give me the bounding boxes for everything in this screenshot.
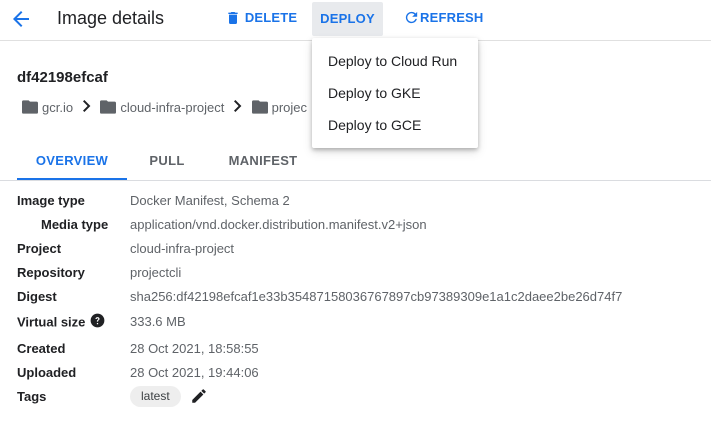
deploy-dropdown-menu: Deploy to Cloud Run Deploy to GKE Deploy… [312,38,478,148]
tab-manifest[interactable]: MANIFEST [215,144,311,179]
deploy-button-label: DEPLOY [320,11,375,26]
tag-chip[interactable]: latest [130,386,181,407]
breadcrumb-label: gcr.io [42,99,74,115]
folder-icon [100,100,117,115]
detail-label: Image type [17,193,85,208]
chevron-right-icon [82,100,91,115]
page-header: Image details DELETE DEPLOY REFRESH [0,0,711,41]
menu-item-deploy-cloud-run[interactable]: Deploy to Cloud Run [312,45,478,77]
delete-button-label: DELETE [244,10,298,25]
chevron-right-icon [234,100,242,115]
breadcrumb-label: projec [271,99,308,115]
refresh-button[interactable]: REFRESH [403,3,484,33]
folder-icon [251,100,268,115]
tab-pull[interactable]: PULL [135,144,199,179]
refresh-icon [405,11,418,24]
detail-label: Digest [17,289,57,304]
trash-icon [228,11,238,24]
detail-value: projectcli [130,265,182,280]
breadcrumb-label: cloud-infra-project [120,99,225,115]
detail-label-wrap: Virtual size [17,313,105,332]
tab-bar: OVERVIEW PULL MANIFEST [0,144,711,181]
back-button[interactable] [9,7,33,31]
detail-value: application/vnd.docker.distribution.mani… [130,217,427,232]
menu-item-deploy-gke[interactable]: Deploy to GKE [312,77,478,109]
tab-overview[interactable]: OVERVIEW [17,144,127,180]
deploy-button[interactable]: DEPLOY [312,2,383,36]
detail-label: Uploaded [17,365,77,380]
detail-label: Media type [41,217,109,232]
folder-icon [22,100,38,115]
detail-label: Repository [17,265,85,280]
arrow-back-icon [13,11,29,27]
detail-value: 28 Oct 2021, 18:58:55 [130,341,259,356]
breadcrumb-item-repository[interactable]: projec [251,99,308,116]
refresh-button-label: REFRESH [420,10,484,25]
detail-value: cloud-infra-project [130,241,235,256]
breadcrumb-item-project[interactable]: cloud-infra-project [100,100,224,116]
breadcrumb: gcr.io cloud-infra-project projec [22,99,307,117]
menu-item-deploy-gce[interactable]: Deploy to GCE [312,109,478,141]
delete-button[interactable]: DELETE [225,3,297,33]
image-digest-short: df42198efcaf [17,69,108,86]
detail-value: 333.6 MB [130,314,186,329]
detail-label: Tags [17,389,47,404]
help-icon[interactable] [90,313,105,331]
detail-label: Created [17,341,66,356]
breadcrumb-item-registry[interactable]: gcr.io [22,100,73,116]
detail-value: Docker Manifest, Schema 2 [130,193,290,208]
pencil-icon[interactable] [190,387,208,408]
detail-value: 28 Oct 2021, 19:44:06 [130,365,259,380]
detail-value: sha256:df42198efcaf1e33b3548715803676789… [130,289,623,304]
detail-label: Virtual size [17,314,86,330]
page-title: Image details [57,8,165,28]
detail-label: Project [17,241,62,256]
